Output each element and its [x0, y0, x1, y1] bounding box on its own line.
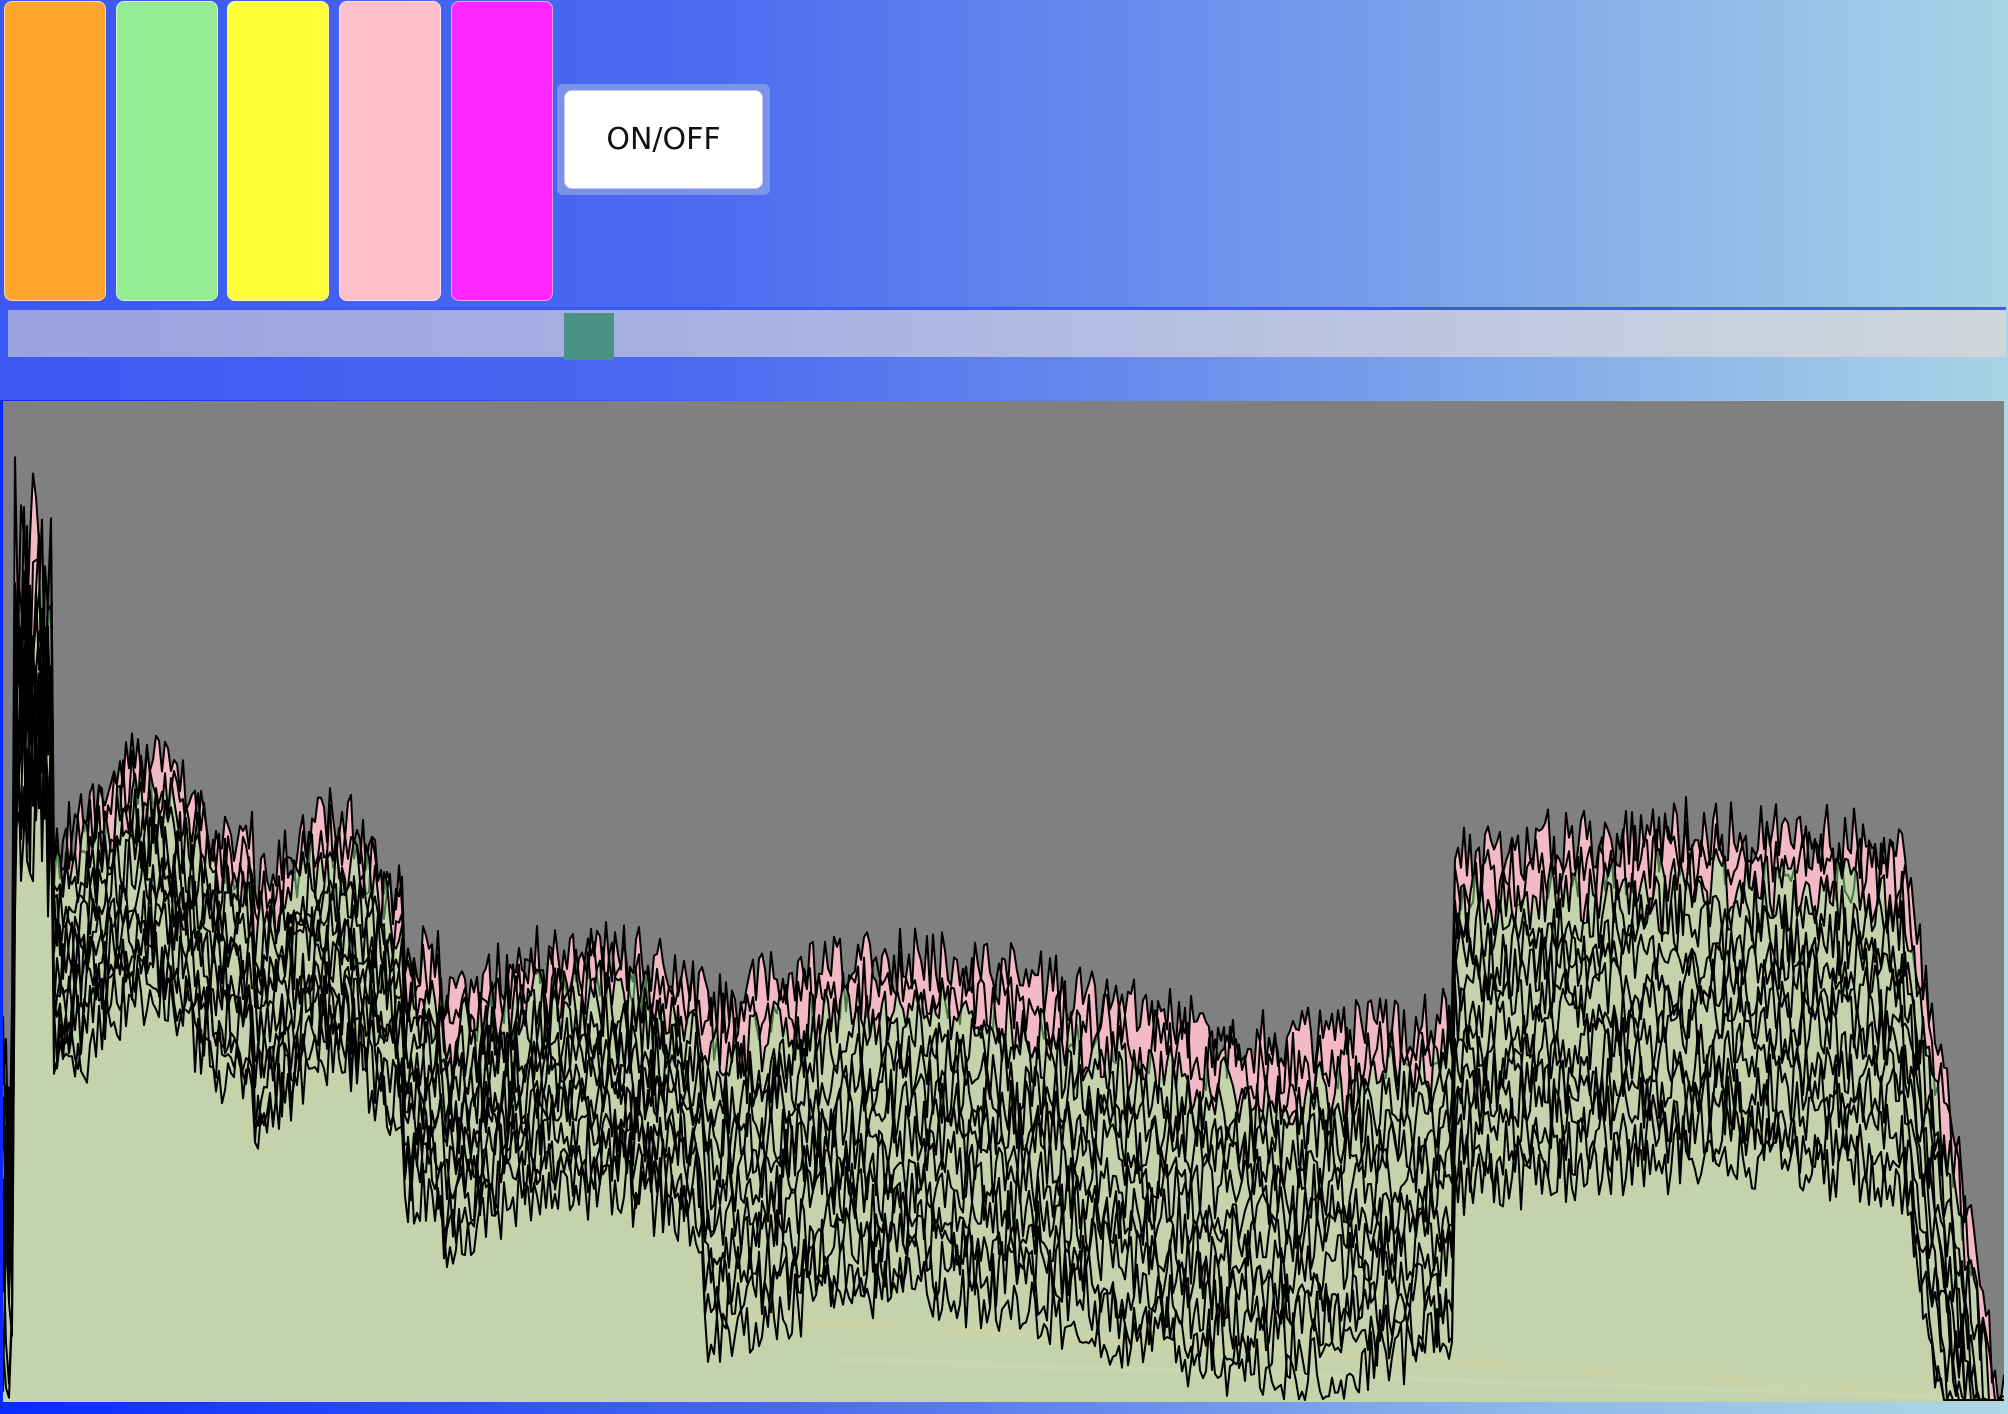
visualizer-canvas	[3, 401, 2004, 1402]
bottom-strip	[0, 1402, 2008, 1414]
color-swatch-green[interactable]	[116, 1, 218, 301]
color-swatch-yellow[interactable]	[227, 1, 329, 301]
color-swatch-pink[interactable]	[339, 1, 441, 301]
color-swatch-magenta[interactable]	[451, 1, 553, 301]
waveform-plot	[3, 456, 2004, 1402]
color-swatch-orange[interactable]	[4, 1, 106, 301]
slider-thumb[interactable]	[564, 313, 615, 360]
slider-track[interactable]	[5, 307, 2006, 360]
top-control-panel: ON/OFF	[0, 0, 2008, 400]
on-off-label: ON/OFF	[606, 122, 721, 157]
on-off-button[interactable]: ON/OFF	[564, 90, 763, 189]
